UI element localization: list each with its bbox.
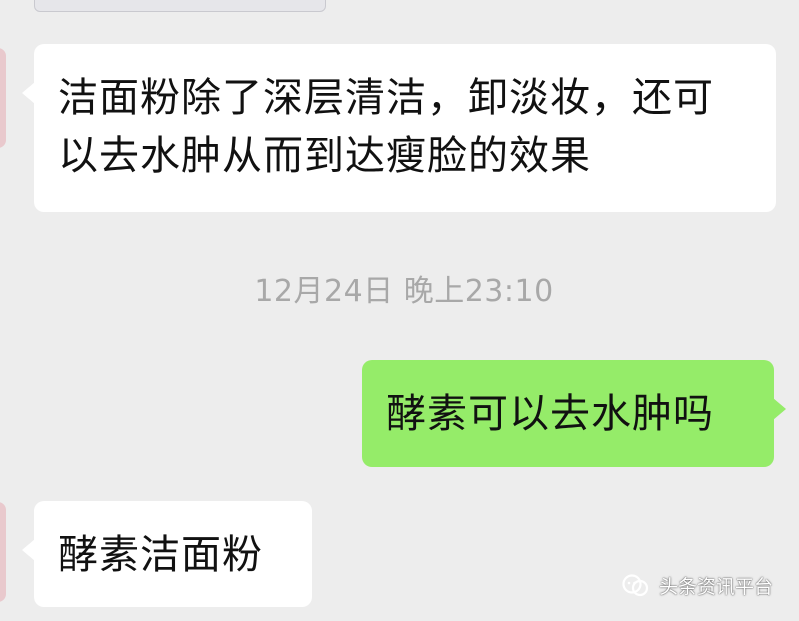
watermark-text: 头条资讯平台: [658, 576, 773, 598]
chat-timestamp: 12月24日 晚上23:10: [254, 274, 554, 309]
message-text: 酵素可以去水肿吗: [386, 391, 714, 437]
outgoing-message-bubble[interactable]: 酵素可以去水肿吗: [362, 360, 786, 467]
contact-avatar[interactable]: [0, 502, 6, 602]
image-message-partial[interactable]: [34, 0, 326, 12]
chat-screen: 洁面粉除了深层清洁，卸淡妆，还可以去水肿从而到达瘦脸的效果 12月24日 晚上2…: [0, 0, 799, 621]
message-text: 酵素洁面粉: [58, 532, 263, 578]
wechat-official-account-icon: [621, 573, 651, 598]
message-text: 洁面粉除了深层清洁，卸淡妆，还可以去水肿从而到达瘦脸的效果: [58, 75, 714, 179]
contact-avatar[interactable]: [0, 48, 6, 148]
incoming-message-bubble[interactable]: 酵素洁面粉: [22, 501, 312, 607]
incoming-message-bubble[interactable]: 洁面粉除了深层清洁，卸淡妆，还可以去水肿从而到达瘦脸的效果: [22, 44, 776, 212]
watermark: 头条资讯平台: [621, 572, 773, 599]
